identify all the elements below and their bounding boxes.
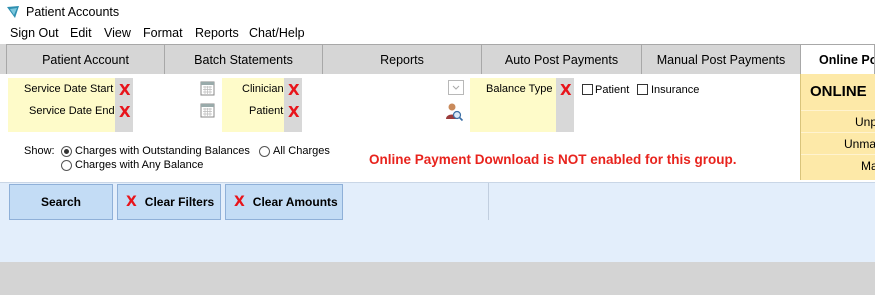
tab-bar: Patient Account Batch Statements Reports… <box>0 44 875 74</box>
tab-auto-post-payments[interactable]: Auto Post Payments <box>482 44 642 74</box>
results-header-band <box>0 220 875 262</box>
tab-patient-account[interactable]: Patient Account <box>6 44 165 74</box>
clear-amounts-button[interactable]: X Clear Amounts <box>225 184 343 220</box>
calendar-end-icon[interactable] <box>200 103 215 118</box>
search-button-label: Search <box>40 195 82 209</box>
insurance-checkbox-label: Insurance <box>651 84 700 96</box>
tab-manual-post-payments[interactable]: Manual Post Payments <box>642 44 801 74</box>
action-button-bar: Search X Clear Filters X Clear Amounts <box>0 182 875 221</box>
insurance-checkbox[interactable] <box>637 84 648 95</box>
menu-reports[interactable]: Reports <box>195 26 239 40</box>
clear-clinician-button[interactable]: X <box>288 83 300 98</box>
title-bar: Patient Accounts <box>0 0 875 24</box>
clear-service-date-end-button[interactable]: X <box>119 105 131 120</box>
menu-bar: Sign Out Edit View Format Reports Chat/H… <box>0 24 875 44</box>
app-logo-icon <box>7 6 19 18</box>
button-bar-divider <box>488 183 489 221</box>
patient-checkbox[interactable] <box>582 84 593 95</box>
patient-search-icon[interactable] <box>444 102 464 122</box>
online-payment-warning: Online Payment Download is NOT enabled f… <box>369 152 737 167</box>
service-date-end-label: Service Date End <box>29 105 115 117</box>
window-title: Patient Accounts <box>26 5 120 19</box>
clear-amounts-x-icon: X <box>234 194 245 210</box>
tab-online-posting[interactable]: Online Pos <box>801 44 875 74</box>
service-date-start-label: Service Date Start <box>24 83 114 95</box>
clear-service-date-start-button[interactable]: X <box>119 83 131 98</box>
clinician-dropdown[interactable] <box>448 80 464 95</box>
search-button[interactable]: Search <box>9 184 113 220</box>
online-row-unmatched: Unma <box>801 132 875 154</box>
results-area <box>0 262 875 295</box>
balance-type-label: Balance Type <box>486 83 553 95</box>
menu-edit[interactable]: Edit <box>70 26 92 40</box>
menu-sign-out[interactable]: Sign Out <box>10 26 59 40</box>
radio-all-charges[interactable] <box>259 146 270 157</box>
radio-any-balance-label: Charges with Any Balance <box>75 159 204 171</box>
radio-outstanding-balances[interactable] <box>61 146 72 157</box>
radio-any-balance[interactable] <box>61 160 72 171</box>
clear-filters-label: Clear Filters <box>144 195 215 209</box>
calendar-start-icon[interactable] <box>200 81 215 96</box>
clear-filters-x-icon: X <box>126 194 137 210</box>
radio-outstanding-balances-label: Charges with Outstanding Balances <box>75 145 250 157</box>
menu-chat-help[interactable]: Chat/Help <box>249 26 305 40</box>
patient-label: Patient <box>249 105 284 117</box>
filter-panel: Service Date Start X Service Date End X … <box>0 74 875 182</box>
show-label: Show: <box>24 145 55 157</box>
online-panel-title: ONLINE <box>810 83 867 100</box>
clear-filters-button[interactable]: X Clear Filters <box>117 184 221 220</box>
menu-format[interactable]: Format <box>143 26 183 40</box>
menu-view[interactable]: View <box>104 26 131 40</box>
clinician-label: Clinician <box>242 83 284 95</box>
radio-all-charges-label: All Charges <box>273 145 330 157</box>
tab-reports[interactable]: Reports <box>323 44 482 74</box>
patient-checkbox-label: Patient <box>595 84 630 96</box>
online-row-matched: Ma <box>801 154 875 176</box>
online-payments-panel: ONLINE Unp Unma Ma <box>800 74 875 180</box>
tab-batch-statements[interactable]: Batch Statements <box>165 44 323 74</box>
clear-patient-button[interactable]: X <box>288 105 300 120</box>
chevron-down-icon <box>452 85 460 90</box>
clear-balance-type-button[interactable]: X <box>560 83 572 98</box>
online-row-unposted: Unp <box>801 110 875 132</box>
clear-amounts-label: Clear Amounts <box>252 195 338 209</box>
